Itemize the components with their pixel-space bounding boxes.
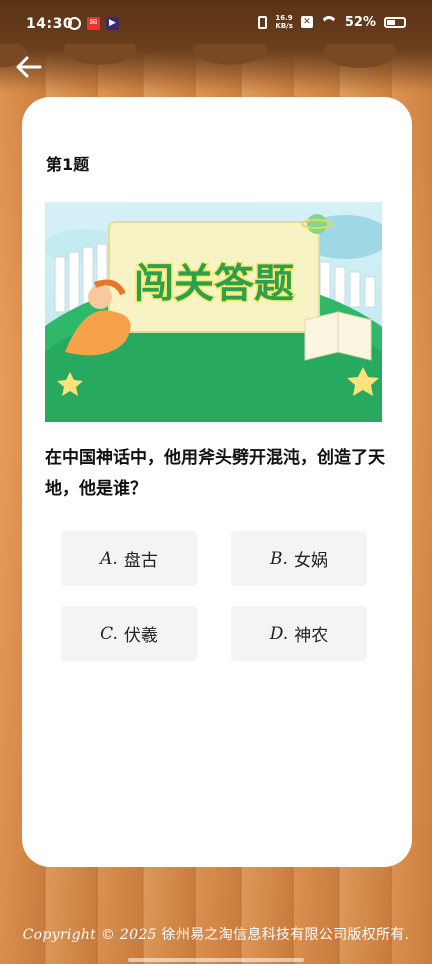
copyright-footer: Copyright © 2025 徐州易之淘信息科技有限公司版权所有. — [0, 924, 432, 944]
status-time: 14:30 — [26, 16, 74, 32]
app-swirl-icon — [68, 17, 81, 30]
status-right: 16.9 KB/s ✕ 52% — [258, 14, 406, 30]
back-button[interactable] — [14, 52, 44, 82]
battery-icon — [384, 16, 406, 28]
net-speed: 16.9 KB/s — [275, 14, 292, 30]
app-red-icon: ✉ — [87, 17, 100, 30]
back-arrow-icon — [16, 56, 42, 78]
option-c-button[interactable]: C. 伏羲 — [61, 606, 197, 661]
wifi-icon — [321, 16, 337, 28]
option-c-text: 伏羲 — [123, 626, 158, 646]
quiz-banner: 闯关答题 — [45, 202, 382, 422]
no-sim-icon: ✕ — [300, 16, 313, 28]
question-text: 在中国神话中，他用斧头劈开混沌，创造了天地，他是谁？ — [45, 448, 385, 499]
option-b-text: 女娲 — [293, 551, 328, 571]
quiz-card: 第1题 闯关答题 在中国神话中，他用斧头劈开混沌，创造了天地，他是谁？ A. 盘… — [22, 97, 412, 867]
company-name: 徐州易之淘信息科技有限公司版权所有. — [161, 927, 410, 943]
option-a-text: 盘古 — [123, 551, 158, 571]
option-b-button[interactable]: B. 女娲 — [231, 531, 367, 586]
question-number: 第1题 — [46, 155, 90, 174]
option-a-letter: A. — [100, 548, 118, 569]
option-c-letter: C. — [100, 623, 118, 644]
banner-title: 闯关答题 — [134, 261, 294, 307]
option-d-button[interactable]: D. 神农 — [231, 606, 367, 661]
notification-icons: ✉ ▶ — [68, 17, 119, 30]
copyright-script: Copyright © 2025 — [22, 927, 157, 943]
option-b-letter: B. — [270, 548, 288, 569]
option-d-letter: D. — [269, 623, 289, 644]
vibrate-icon — [258, 15, 268, 29]
status-bar: 14:30 ✉ ▶ 16.9 KB/s ✕ 52% — [0, 0, 432, 50]
home-indicator[interactable] — [128, 958, 304, 962]
app-play-icon: ▶ — [106, 17, 119, 30]
option-a-button[interactable]: A. 盘古 — [61, 531, 197, 586]
battery-percent: 52% — [344, 14, 376, 30]
net-speed-unit: KB/s — [275, 22, 293, 30]
battery-level — [387, 19, 395, 25]
net-speed-value: 16.9 — [275, 14, 293, 22]
option-d-text: 神农 — [294, 626, 329, 646]
options-grid: A. 盘古 B. 女娲 C. 伏羲 D. 神农 — [61, 531, 367, 661]
banner-illustration: 闯关答题 — [45, 202, 382, 422]
